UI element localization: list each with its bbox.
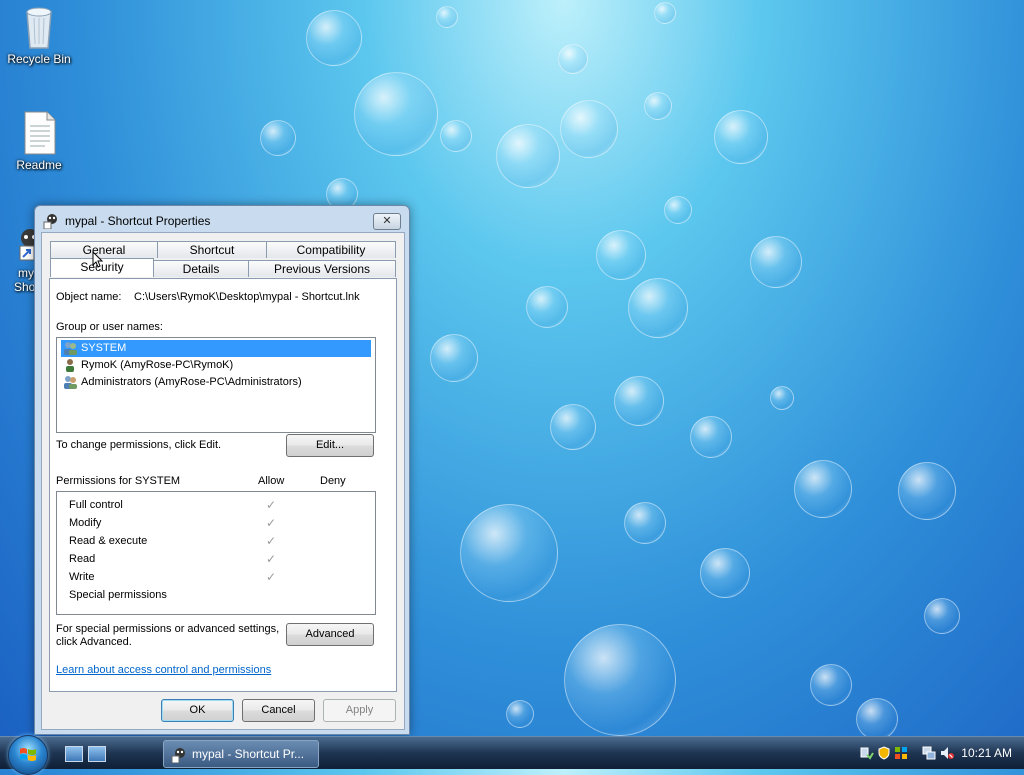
table-row: Write ✓ [69, 568, 369, 586]
group-user-list[interactable]: SYSTEM RymoK (AmyRose-PC\RymoK) Administ… [56, 337, 376, 433]
close-button[interactable]: ✕ [373, 213, 401, 230]
cancel-button[interactable]: Cancel [242, 699, 315, 722]
permission-name: Modify [69, 517, 102, 529]
system-clock[interactable]: 10:21 AM [961, 746, 1012, 760]
close-icon: ✕ [382, 215, 392, 227]
taskbar: mypal - Shortcut Pr... 10:21 AM [0, 735, 1024, 775]
text-document-icon [21, 110, 57, 155]
recycle-bin-label: Recycle Bin [7, 52, 71, 66]
allow-column-header: Allow [258, 475, 285, 487]
mouse-cursor-icon [92, 251, 104, 268]
tab-compatibility[interactable]: Compatibility [266, 241, 396, 258]
list-item[interactable]: Administrators (AmyRose-PC\Administrator… [61, 374, 371, 391]
allow-check-icon: ✓ [266, 570, 277, 584]
taskbar-window-button[interactable]: mypal - Shortcut Pr... [163, 740, 319, 768]
permissions-list[interactable]: Full control ✓ Modify ✓ Read & execute ✓… [56, 491, 376, 615]
network-icon[interactable] [922, 746, 936, 760]
allow-check-icon: ✓ [266, 552, 277, 566]
permission-name: Special permissions [69, 589, 167, 601]
permission-name: Full control [69, 499, 123, 511]
users-group-icon [63, 341, 78, 356]
allow-check-icon: ✓ [266, 534, 277, 548]
readme-label: Readme [16, 158, 62, 172]
tab-previous-versions-label: Previous Versions [273, 262, 371, 276]
apply-button[interactable]: Apply [323, 699, 396, 722]
permission-name: Write [69, 571, 95, 583]
show-desktop-icon[interactable] [65, 746, 83, 762]
readme-shortcut[interactable]: Readme [1, 110, 77, 172]
windows-logo-icon [20, 748, 36, 761]
special-permissions-text-2: click Advanced. [56, 636, 132, 648]
advanced-button[interactable]: Advanced [286, 623, 374, 646]
table-row: Full control ✓ [69, 496, 369, 514]
user-name: Administrators (AmyRose-PC\Administrator… [81, 376, 302, 388]
permissions-for-label: Permissions for SYSTEM [56, 475, 181, 487]
tab-shortcut[interactable]: Shortcut [157, 241, 267, 258]
security-tab-panel: Object name: C:\Users\RymoK\Desktop\mypa… [49, 278, 397, 692]
object-name-value: C:\Users\RymoK\Desktop\mypal - Shortcut.… [134, 291, 360, 303]
object-name-label: Object name: [56, 291, 122, 303]
mypal-title-icon [43, 213, 59, 230]
change-permissions-text: To change permissions, click Edit. [56, 439, 222, 451]
allow-check-icon: ✓ [266, 516, 277, 530]
table-row: Read & execute ✓ [69, 532, 369, 550]
switch-windows-icon[interactable] [88, 746, 106, 762]
ok-button[interactable]: OK [161, 699, 234, 722]
tab-previous-versions[interactable]: Previous Versions [248, 260, 396, 277]
title-bar[interactable]: mypal - Shortcut Properties ✕ [35, 206, 409, 234]
list-item[interactable]: RymoK (AmyRose-PC\RymoK) [61, 357, 371, 374]
properties-window: mypal - Shortcut Properties ✕ General Sh… [34, 205, 410, 735]
user-icon [63, 358, 78, 373]
window-title: mypal - Shortcut Properties [65, 214, 211, 228]
tab-shortcut-label: Shortcut [189, 243, 235, 257]
taskbar-window-label: mypal - Shortcut Pr... [192, 747, 305, 761]
user-name: SYSTEM [81, 342, 127, 354]
allow-check-icon: ✓ [266, 498, 277, 512]
group-names-label: Group or user names: [56, 321, 163, 333]
permission-name: Read & execute [69, 535, 148, 547]
deny-column-header: Deny [320, 475, 346, 487]
edit-button[interactable]: Edit... [286, 434, 374, 457]
table-row: Special permissions [69, 586, 369, 604]
security-shield-icon[interactable] [877, 746, 891, 760]
special-permissions-text-1: For special permissions or advanced sett… [56, 623, 280, 635]
user-name: RymoK (AmyRose-PC\RymoK) [81, 359, 234, 371]
volume-muted-icon[interactable] [940, 746, 954, 760]
dialog-client-area: General Shortcut Compatibility Security … [41, 232, 405, 730]
windows-defender-icon[interactable] [894, 746, 908, 760]
table-row: Modify ✓ [69, 514, 369, 532]
recycle-bin-shortcut[interactable]: Recycle Bin [1, 4, 77, 66]
recycle-bin-icon [21, 4, 57, 49]
table-row: Read ✓ [69, 550, 369, 568]
network-sharing-icon[interactable] [860, 746, 874, 760]
taskbar-mypal-icon [171, 746, 187, 772]
tab-details[interactable]: Details [153, 260, 249, 277]
tab-details-label: Details [182, 262, 220, 276]
tab-compatibility-label: Compatibility [296, 243, 366, 257]
users-group-icon [63, 375, 78, 390]
start-button[interactable] [8, 735, 48, 775]
permission-name: Read [69, 553, 96, 565]
tab-general[interactable]: General [50, 241, 158, 258]
learn-access-control-link[interactable]: Learn about access control and permissio… [56, 664, 271, 676]
list-item[interactable]: SYSTEM [61, 340, 371, 357]
